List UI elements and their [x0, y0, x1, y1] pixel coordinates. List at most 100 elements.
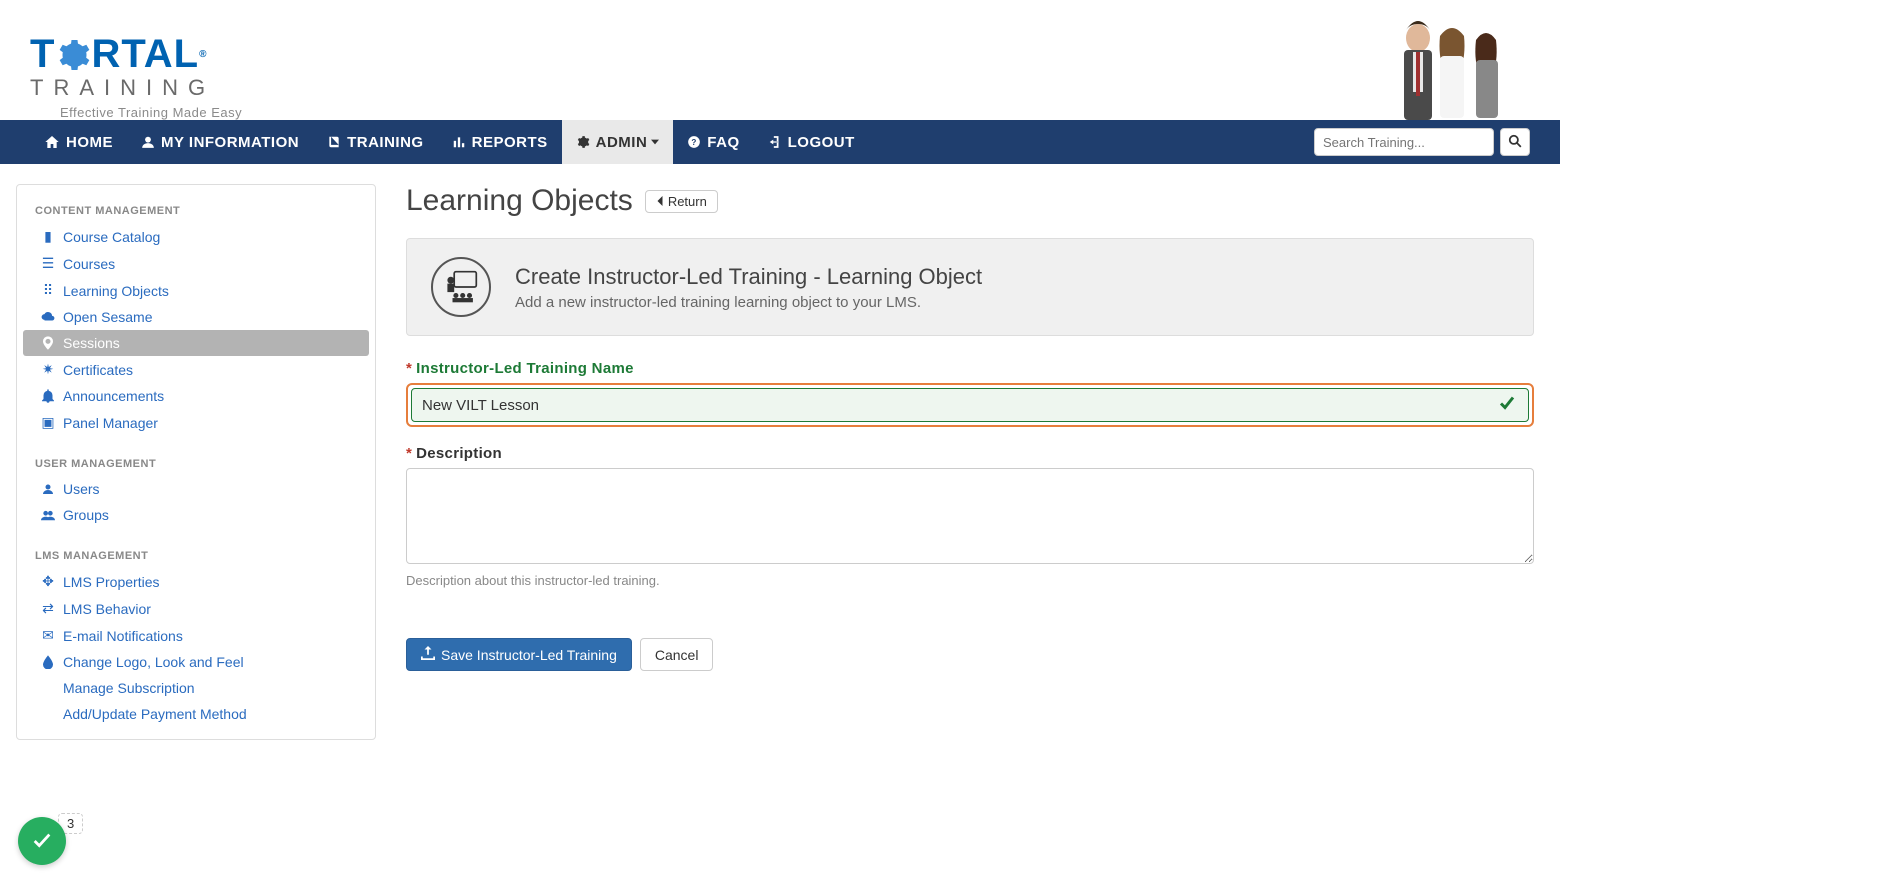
description-textarea[interactable] — [406, 468, 1534, 564]
sidebar-item-certificates[interactable]: ✷Certificates — [23, 356, 369, 383]
sidebar-item-label: Learning Objects — [63, 283, 169, 299]
description-help: Description about this instructor-led tr… — [406, 573, 1534, 588]
sidebar-item-label: Panel Manager — [63, 415, 158, 431]
panel-subtitle: Add a new instructor-led training learni… — [515, 294, 982, 311]
user-icon — [41, 483, 55, 495]
return-button[interactable]: Return — [645, 190, 718, 213]
certificate-icon: ✷ — [41, 361, 55, 378]
nav-home-label: HOME — [66, 134, 113, 151]
sidebar-item-label: Sessions — [63, 335, 120, 351]
sidebar-item-label: Groups — [63, 507, 109, 523]
nav-my-information[interactable]: MY INFORMATION — [127, 120, 313, 164]
exchange-icon: ⇄ — [41, 600, 55, 617]
nav-training-label: TRAINING — [347, 134, 424, 151]
navbar: HOME MY INFORMATION TRAINING REPORTS ADM… — [0, 120, 1560, 164]
sidebar-item-lms-behavior[interactable]: ⇄ LMS Behavior — [23, 595, 369, 622]
chart-icon — [452, 135, 466, 149]
sidebar-item-label: LMS Properties — [63, 574, 159, 590]
user-icon — [141, 135, 155, 149]
sidebar-heading-content: CONTENT MANAGEMENT — [17, 197, 375, 223]
panel-icon: ▣ — [41, 414, 55, 431]
panel-text: Create Instructor-Led Training - Learnin… — [515, 264, 982, 311]
nav-training[interactable]: TRAINING — [313, 120, 438, 164]
group-icon — [41, 509, 55, 521]
logo-rtal: RTAL — [91, 32, 199, 77]
description-label-text: Description — [416, 445, 502, 462]
cancel-button[interactable]: Cancel — [640, 638, 714, 671]
nav-logout[interactable]: LOGOUT — [754, 120, 869, 164]
book-icon: ▮ — [41, 228, 55, 245]
nav-faq[interactable]: ? FAQ — [673, 120, 753, 164]
sidebar-item-courses[interactable]: ☰ Courses — [23, 250, 369, 277]
bell-icon — [41, 389, 55, 403]
sidebar-item-label: Manage Subscription — [63, 680, 195, 696]
sidebar-item-label: Courses — [63, 256, 115, 272]
nav-admin-label: ADMIN — [596, 134, 648, 151]
nav-left: HOME MY INFORMATION TRAINING REPORTS ADM… — [30, 120, 869, 164]
sidebar-item-manage-subscription[interactable]: Manage Subscription — [23, 675, 369, 701]
nav-logout-label: LOGOUT — [788, 134, 855, 151]
gear-icon — [576, 135, 590, 149]
sidebar-item-sessions[interactable]: Sessions — [23, 330, 369, 356]
registered-mark: ® — [199, 49, 207, 60]
sidebar-item-label: Course Catalog — [63, 229, 160, 245]
sidebar-item-label: LMS Behavior — [63, 601, 151, 617]
sidebar-item-label: E-mail Notifications — [63, 628, 183, 644]
search-button[interactable] — [1500, 128, 1530, 156]
header-people-image — [1380, 10, 1520, 130]
nav-reports[interactable]: REPORTS — [438, 120, 562, 164]
name-field-highlight — [406, 383, 1534, 427]
search-input[interactable] — [1314, 128, 1494, 156]
sidebar-item-change-logo[interactable]: Change Logo, Look and Feel — [23, 649, 369, 675]
container: CONTENT MANAGEMENT ▮ Course Catalog ☰ Cour… — [0, 164, 1560, 760]
logo-subline: TRAINING — [30, 75, 242, 101]
sidebar-item-course-catalog[interactable]: ▮ Course Catalog — [23, 223, 369, 250]
main: Learning Objects Return Create Instructo… — [406, 184, 1544, 740]
caret-down-icon — [651, 138, 659, 146]
check-icon — [1499, 396, 1515, 415]
logo-t: T — [30, 32, 55, 77]
sidebar-item-open-sesame[interactable]: Open Sesame — [23, 304, 369, 330]
logout-icon — [768, 135, 782, 149]
sidebar-item-email-notifications[interactable]: ✉ E-mail Notifications — [23, 622, 369, 649]
nav-home[interactable]: HOME — [30, 120, 127, 164]
sidebar-item-label: Add/Update Payment Method — [63, 706, 247, 722]
sidebar-item-payment-method[interactable]: Add/Update Payment Method — [23, 701, 369, 727]
logo-tagline: Effective Training Made Easy — [60, 105, 242, 120]
sidebar-item-announcements[interactable]: Announcements — [23, 383, 369, 409]
sidebar-item-label: Announcements — [63, 388, 164, 404]
sidebar-heading-lms: LMS MANAGEMENT — [17, 542, 375, 568]
header: T RTAL ® TRAINING Effective Training Mad… — [0, 0, 1560, 120]
description-label: *Description — [406, 445, 1534, 462]
marker-icon — [41, 336, 55, 350]
sidebar: CONTENT MANAGEMENT ▮ Course Catalog ☰ Cour… — [16, 184, 376, 740]
step-check-icon[interactable] — [18, 817, 66, 865]
cloud-icon — [41, 311, 55, 323]
book-icon — [327, 135, 341, 149]
sidebar-item-lms-properties[interactable]: ✥LMS Properties — [23, 568, 369, 595]
page-heading-row: Learning Objects Return — [406, 184, 1534, 218]
logo: T RTAL ® TRAINING Effective Training Mad… — [30, 32, 242, 120]
mail-icon: ✉ — [41, 627, 55, 644]
panel-create-ilt: Create Instructor-Led Training - Learnin… — [406, 238, 1534, 336]
list-icon: ☰ — [41, 255, 55, 272]
logo-main: T RTAL ® — [30, 32, 242, 77]
nav-right — [1314, 128, 1530, 156]
sidebar-item-users[interactable]: Users — [23, 476, 369, 502]
page-title: Learning Objects — [406, 184, 633, 218]
sidebar-item-label: Open Sesame — [63, 309, 153, 325]
ilt-name-input[interactable] — [411, 388, 1529, 422]
nav-my-info-label: MY INFORMATION — [161, 134, 299, 151]
step-badge: 3 — [18, 817, 66, 865]
search-icon — [1508, 134, 1522, 151]
button-row: Save Instructor-Led Training Cancel — [406, 638, 1534, 671]
sidebar-item-label: Users — [63, 481, 100, 497]
gear-icon — [55, 37, 91, 73]
sidebar-item-groups[interactable]: Groups — [23, 502, 369, 528]
chevron-left-icon — [656, 194, 664, 209]
sidebar-item-panel-manager[interactable]: ▣ Panel Manager — [23, 409, 369, 436]
nav-admin[interactable]: ADMIN — [562, 120, 674, 164]
sidebar-item-learning-objects[interactable]: ⠿Learning Objects — [23, 277, 369, 304]
save-button[interactable]: Save Instructor-Led Training — [406, 638, 632, 671]
question-icon: ? — [687, 135, 701, 149]
